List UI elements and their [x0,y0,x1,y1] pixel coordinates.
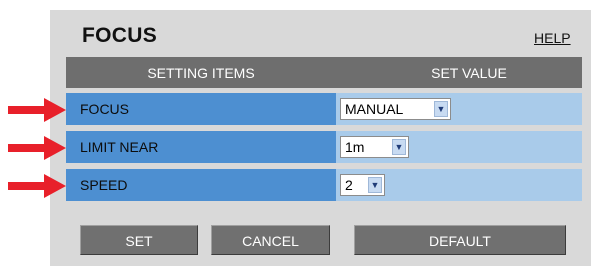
limit-near-value: 1m [345,139,365,155]
default-button[interactable]: DEFAULT [354,225,566,255]
focus-mode-value: MANUAL [345,101,404,117]
limit-near-select[interactable]: 1m ▼ [340,136,409,158]
table-row-focus: FOCUS MANUAL ▼ [66,93,582,125]
chevron-down-icon[interactable]: ▼ [434,101,448,117]
set-button[interactable]: SET [80,225,198,255]
help-link[interactable]: HELP [534,30,571,46]
page-title: FOCUS [82,24,157,47]
chevron-down-icon[interactable]: ▼ [368,177,382,193]
row-value-cell-limit-near: 1m ▼ [336,131,582,163]
speed-value: 2 [345,177,353,193]
header-set-value: SET VALUE [431,65,507,81]
red-arrow-icon [8,98,66,122]
focus-mode-select[interactable]: MANUAL ▼ [340,98,451,120]
row-value-cell-speed: 2 ▼ [336,169,582,201]
red-arrow-icon [8,136,66,160]
red-arrow-icon [8,174,66,198]
cancel-button[interactable]: CANCEL [211,225,330,255]
speed-select[interactable]: 2 ▼ [340,174,385,196]
table-row-limit-near: LIMIT NEAR 1m ▼ [66,131,582,163]
table-row-speed: SPEED 2 ▼ [66,169,582,201]
row-label-focus: FOCUS [66,93,336,125]
header-setting-items: SETTING ITEMS [147,65,255,81]
row-label-limit-near: LIMIT NEAR [66,131,336,163]
row-value-cell-focus: MANUAL ▼ [336,93,582,125]
table-header: SETTING ITEMS SET VALUE [66,57,582,88]
chevron-down-icon[interactable]: ▼ [392,139,406,155]
row-label-speed: SPEED [66,169,336,201]
